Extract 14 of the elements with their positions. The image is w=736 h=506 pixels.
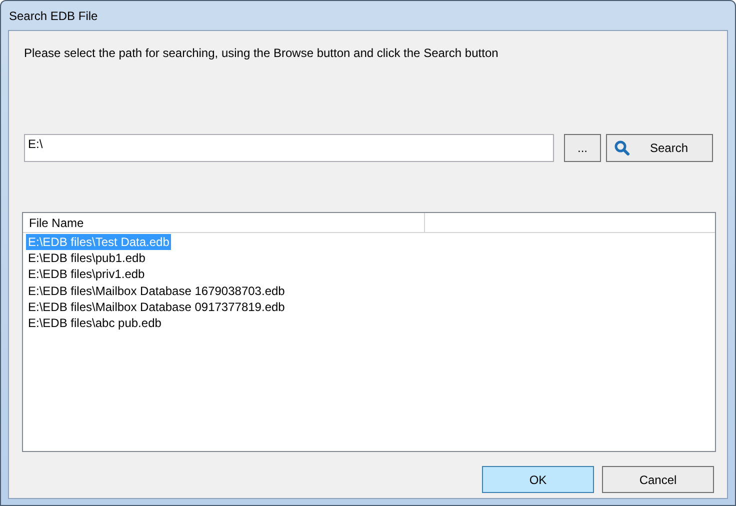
path-field[interactable]: E:\	[24, 134, 554, 162]
browse-button[interactable]: ...	[564, 134, 601, 162]
file-row[interactable]: E:\EDB files\Mailbox Database 1679038703.edb	[26, 282, 287, 299]
file-row[interactable]: E:\EDB files\pub1.edb	[26, 250, 148, 266]
file-row[interactable]: E:\EDB files\abc pub.edb	[26, 314, 164, 331]
search-icon	[614, 140, 630, 156]
dialog-button[interactable]: OK	[482, 466, 594, 493]
dialog-button[interactable]: Cancel	[602, 466, 714, 493]
window-title: Search EDB File	[8, 8, 99, 24]
column-header[interactable]: File Name	[23, 213, 425, 233]
search-button[interactable]: Search	[606, 134, 713, 162]
instruction-text: Please select the path for searching, using the Browse button and click the Search button	[24, 45, 500, 61]
file-row[interactable]: E:\EDB files\Mailbox Database 0917377819.edb	[26, 298, 287, 315]
file-row[interactable]: E:\EDB files\priv1.edb	[26, 266, 147, 282]
